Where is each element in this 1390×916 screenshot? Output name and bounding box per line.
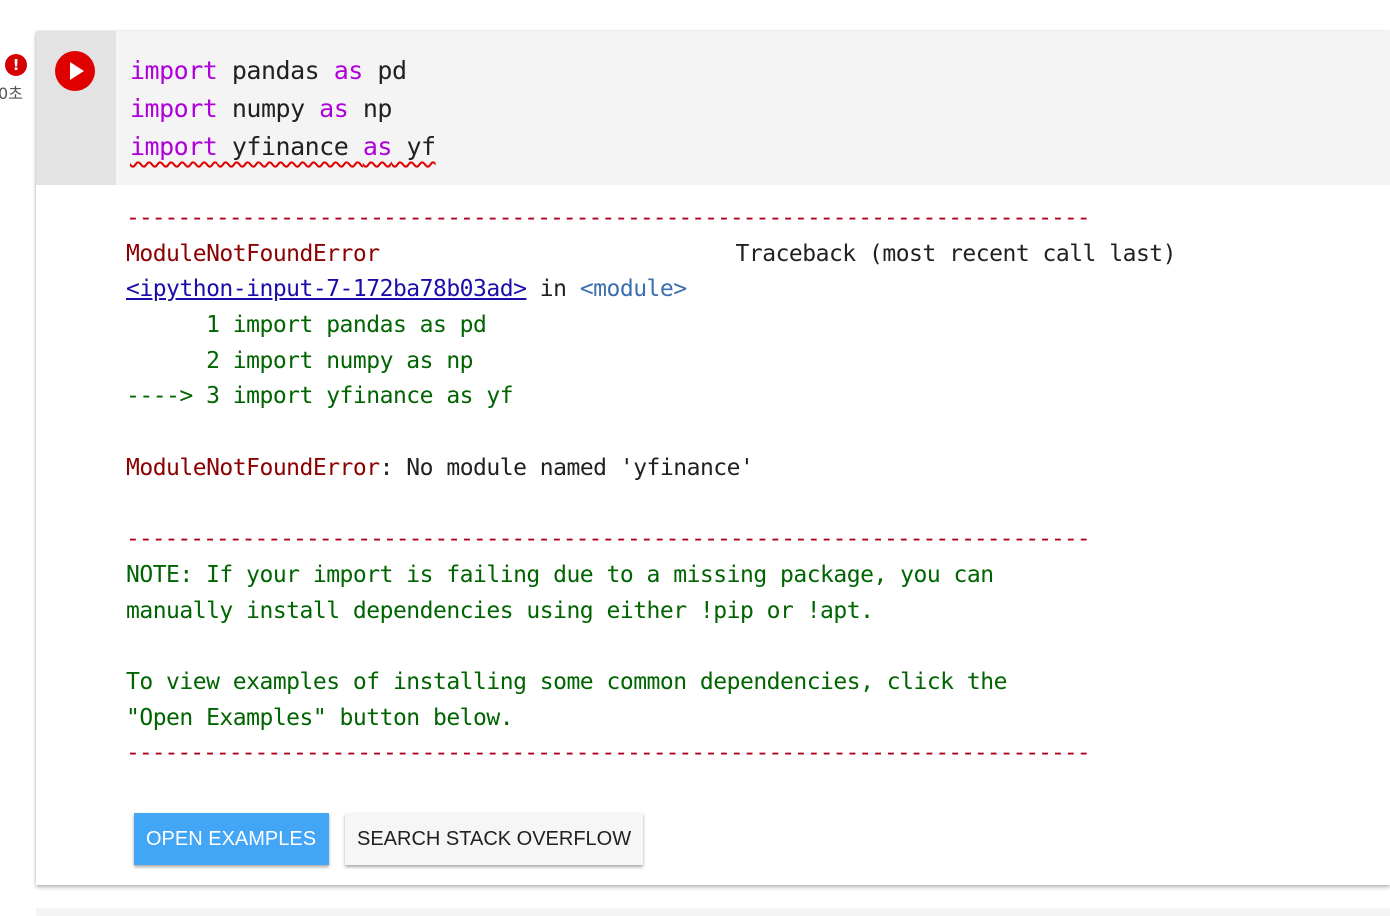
note-line: To view examples of installing some comm… xyxy=(126,668,1007,695)
module-ref: <module> xyxy=(579,276,687,303)
traceback-header: Traceback (most recent call last) xyxy=(735,240,1177,267)
execution-time: 0초 xyxy=(0,84,23,103)
code-line-error: import yfinance as yf xyxy=(130,128,436,166)
traceback-header-line: ModuleNotFoundError Traceback (most recen… xyxy=(126,237,1186,273)
trace-line: 2 import numpy as np xyxy=(126,347,474,374)
code-line: import numpy as np xyxy=(130,94,392,123)
note-line: "Open Examples" button below. xyxy=(126,704,514,731)
note-line: manually install dependencies using eith… xyxy=(126,597,874,624)
separator-line: ----------------------------------------… xyxy=(126,526,1091,553)
run-cell-button[interactable] xyxy=(55,51,95,91)
error-icon: ! xyxy=(5,54,27,76)
trace-line: 1 import pandas as pd xyxy=(126,312,487,339)
cell-output: ----------------------------------------… xyxy=(126,201,1186,772)
cell-gutter xyxy=(36,31,116,185)
error-squiggle: import yfinance as yf xyxy=(130,132,436,161)
play-icon xyxy=(70,62,84,80)
ipython-input-link[interactable]: <ipython-input-7-172ba78b03ad> xyxy=(126,276,527,302)
open-examples-button[interactable]: OPEN EXAMPLES xyxy=(134,813,329,865)
separator-line: ----------------------------------------… xyxy=(126,205,1091,231)
separator-line: ----------------------------------------… xyxy=(126,740,1091,767)
code-line: import pandas as pd xyxy=(130,56,407,85)
note-line xyxy=(126,629,1186,665)
next-cell[interactable] xyxy=(36,908,1390,916)
code-editor[interactable]: import pandas as pd import numpy as np i… xyxy=(116,31,1390,185)
search-stack-overflow-button[interactable]: SEARCH STACK OVERFLOW xyxy=(345,813,643,865)
note-line: NOTE: If your import is failing due to a… xyxy=(126,561,994,588)
traceback-location: <ipython-input-7-172ba78b03ad> in <modul… xyxy=(126,276,687,303)
code-cell: import pandas as pd import numpy as np i… xyxy=(36,31,1390,885)
error-message-line: ModuleNotFoundError: No module named 'yf… xyxy=(126,454,754,481)
error-name: ModuleNotFoundError xyxy=(126,240,380,267)
trace-line-current: ----> 3 import yfinance as yf xyxy=(126,383,514,410)
notebook-page: ! 0초 import pandas as pd import numpy as… xyxy=(0,0,1390,916)
